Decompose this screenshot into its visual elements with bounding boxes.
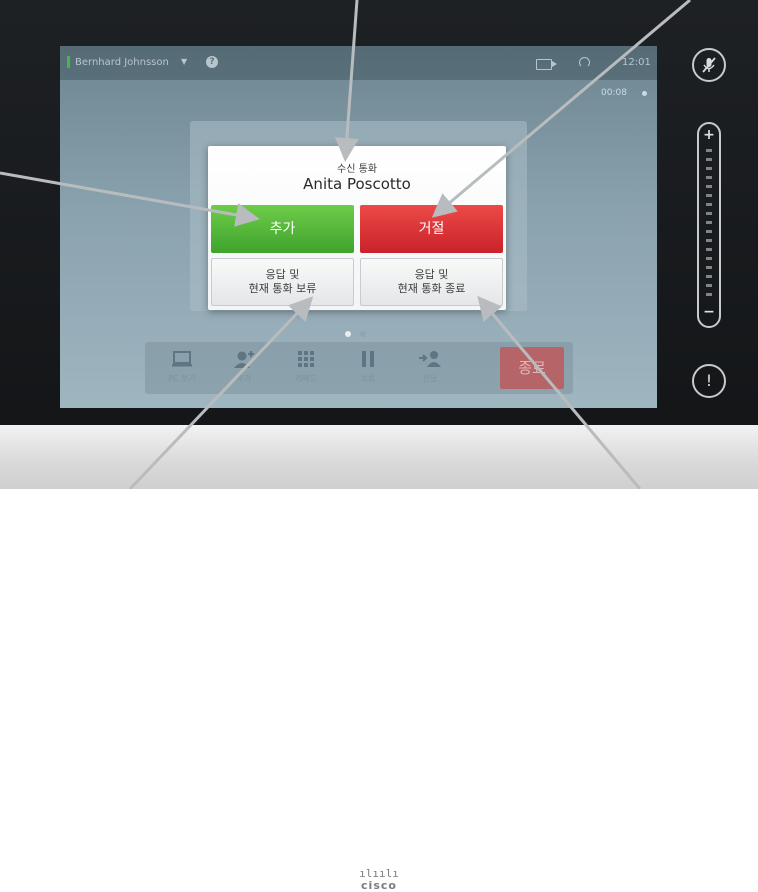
tool-pc-view[interactable]: PC 보기	[151, 342, 213, 394]
volume-down-icon[interactable]: −	[699, 304, 719, 320]
tool-add[interactable]: 추가	[213, 342, 275, 394]
device-bezel-bottom: ılıılı cisco	[0, 425, 758, 892]
add-call-button[interactable]: 추가	[211, 205, 354, 253]
camera-icon[interactable]	[536, 59, 557, 70]
laptop-icon	[151, 349, 213, 371]
button-label-line: 응답 및	[414, 268, 449, 281]
volume-tick	[706, 275, 712, 278]
add-participant-icon	[213, 349, 275, 371]
volume-tick	[706, 149, 712, 152]
tool-label: 보류	[360, 374, 376, 383]
tool-label: 추가	[236, 374, 252, 383]
volume-tick	[706, 176, 712, 179]
keypad-icon	[275, 349, 337, 371]
call-status-dot	[642, 91, 647, 96]
volume-tick	[706, 257, 712, 260]
incoming-call-dialog: 수신 통화 Anita Poscotto 추가 거절 응답 및 현재 통화 보류…	[208, 146, 506, 310]
call-toolbar: PC 보기 추가 키패드 보류 전달 종료	[145, 342, 573, 394]
volume-tick	[706, 203, 712, 206]
answer-and-hold-button[interactable]: 응답 및 현재 통화 보류	[211, 258, 354, 306]
tool-keypad[interactable]: 키패드	[275, 342, 337, 394]
cisco-logo-text: cisco	[361, 879, 397, 892]
clock: 12:01	[622, 57, 651, 68]
page-dot	[360, 331, 366, 337]
tool-label: 키패드	[294, 374, 318, 383]
caller-name: Anita Poscotto	[303, 175, 411, 193]
volume-tick	[706, 230, 712, 233]
chevron-down-icon[interactable]: ▼	[181, 57, 187, 66]
page-dot-active	[345, 331, 351, 337]
tool-label: PC 보기	[168, 374, 196, 383]
cisco-logo-bars: ılıılı	[359, 867, 399, 880]
volume-tick	[706, 293, 712, 296]
volume-up-icon[interactable]: +	[699, 127, 719, 143]
headset-icon[interactable]	[579, 57, 590, 68]
volume-tick	[706, 239, 712, 242]
volume-tick	[706, 185, 712, 188]
microphone-muted-icon	[702, 57, 716, 73]
volume-tick	[706, 167, 712, 170]
volume-tick	[706, 284, 712, 287]
mute-microphone-button[interactable]	[692, 48, 726, 82]
tool-transfer[interactable]: 전달	[399, 342, 461, 394]
device-frame: Bernhard Johnsson ▼ ? 12:01 00:08 PC 보기	[0, 0, 758, 892]
volume-tick	[706, 158, 712, 161]
answer-and-end-button[interactable]: 응답 및 현재 통화 종료	[360, 258, 503, 306]
volume-tick	[706, 248, 712, 251]
volume-tick	[706, 266, 712, 269]
end-call-button[interactable]: 종료	[500, 347, 564, 389]
dialog-subtitle: 수신 통화	[337, 164, 377, 175]
status-bar: Bernhard Johnsson ▼ ? 12:01	[60, 46, 657, 80]
call-timer: 00:08	[601, 88, 627, 98]
pause-icon	[337, 349, 399, 371]
alert-button[interactable]: !	[692, 364, 726, 398]
user-name[interactable]: Bernhard Johnsson	[75, 57, 169, 68]
help-icon[interactable]: ?	[206, 56, 218, 68]
decline-button[interactable]: 거절	[360, 205, 503, 253]
volume-slider[interactable]: + −	[697, 122, 721, 328]
button-label-line: 현재 통화 보류	[248, 282, 317, 295]
transfer-icon	[399, 349, 461, 371]
cisco-logo: ılıılı cisco	[352, 867, 406, 892]
page-indicator	[345, 322, 375, 341]
tool-hold[interactable]: 보류	[337, 342, 399, 394]
button-label-line: 현재 통화 종료	[397, 282, 466, 295]
presence-indicator	[67, 56, 70, 68]
volume-tick	[706, 221, 712, 224]
button-label-line: 응답 및	[265, 268, 300, 281]
volume-tick	[706, 212, 712, 215]
tool-label: 전달	[422, 374, 438, 383]
volume-tick	[706, 194, 712, 197]
